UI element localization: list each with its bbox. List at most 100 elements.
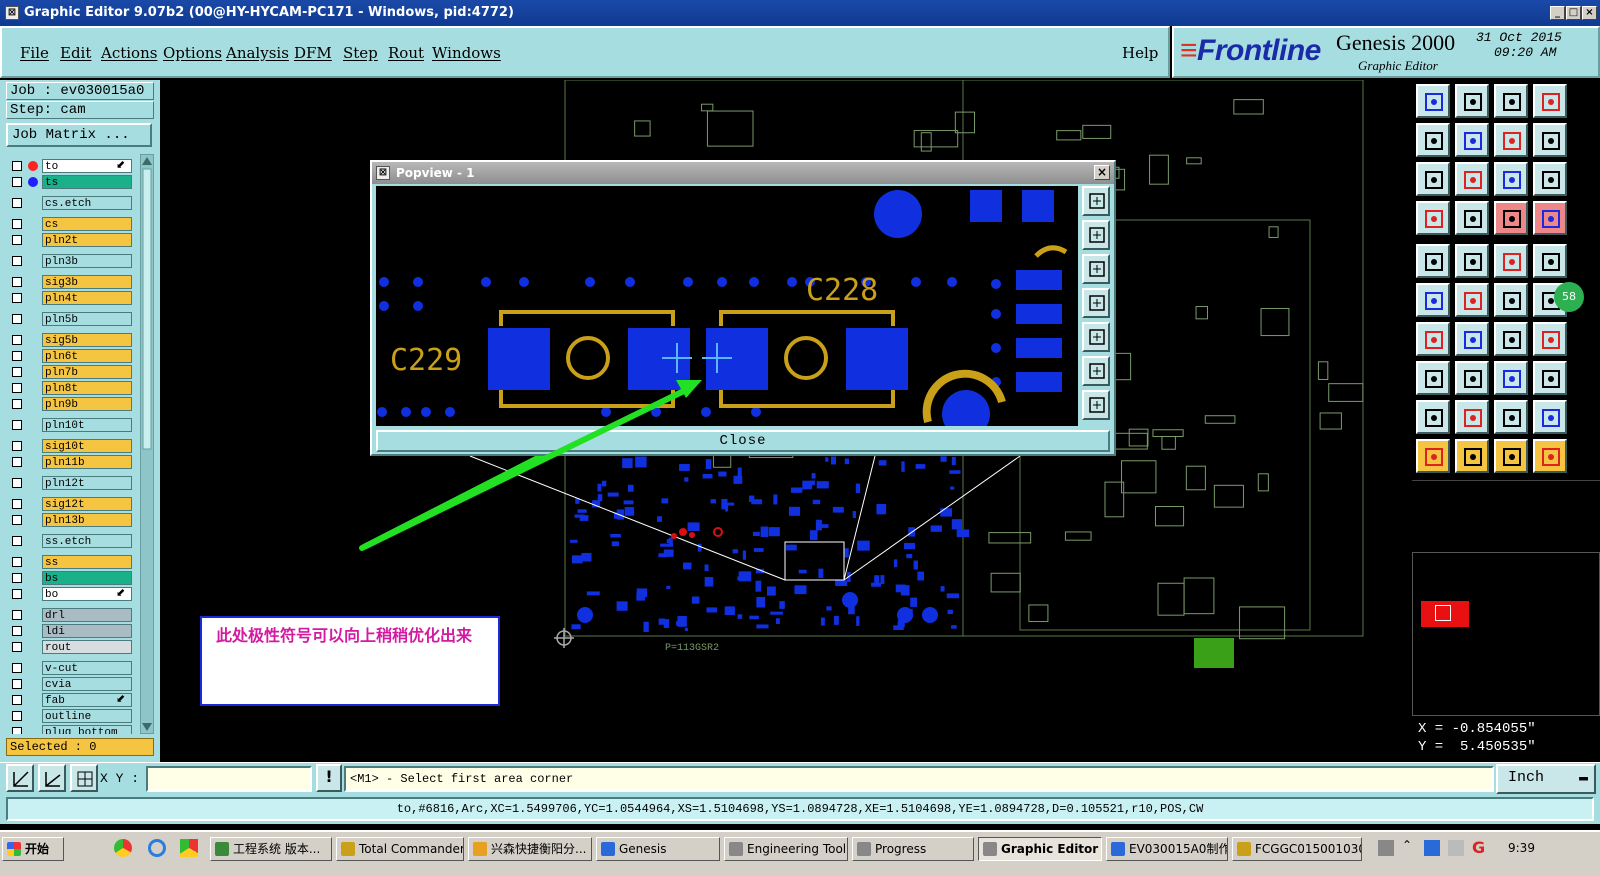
layer-row-sig3b[interactable]: sig3b xyxy=(8,274,136,290)
layer-checkbox[interactable] xyxy=(12,499,22,509)
taskbar-item[interactable]: Engineering Toolki... xyxy=(724,837,848,861)
layer-name[interactable]: drl xyxy=(42,608,132,622)
popview-tool-button[interactable] xyxy=(1082,322,1110,352)
tool-button-minus-icon[interactable] xyxy=(1455,361,1489,395)
layer-checkbox[interactable] xyxy=(12,293,22,303)
layer-checkbox[interactable] xyxy=(12,478,22,488)
layer-row-sig12t[interactable]: sig12t xyxy=(8,496,136,512)
tool-button-line-icon[interactable] xyxy=(1416,322,1450,356)
taskbar-item[interactable]: 兴森快捷衡阳分... xyxy=(468,837,592,861)
taskbar-item[interactable]: Graphic Editor 9.... xyxy=(978,837,1102,861)
layer-checkbox[interactable] xyxy=(12,695,22,705)
layer-name[interactable]: ldi xyxy=(42,624,132,638)
layer-name[interactable]: pln10t xyxy=(42,418,132,432)
layer-row-sig5b[interactable]: sig5b xyxy=(8,332,136,348)
tool-button-pointer-b-icon[interactable] xyxy=(1455,439,1489,473)
layer-checkbox[interactable] xyxy=(12,727,22,734)
layer-scrollbar[interactable] xyxy=(140,154,154,734)
layer-row-pln10t[interactable]: pln10t xyxy=(8,417,136,433)
layer-name[interactable]: sig12t xyxy=(42,497,132,511)
layer-name[interactable]: ss xyxy=(42,555,132,569)
window-title-bar[interactable]: ⊠ Graphic Editor 9.07b2 (00@HY-HYCAM-PC1… xyxy=(0,0,1600,26)
layer-name[interactable]: outline xyxy=(42,709,132,723)
overview-map[interactable] xyxy=(1412,552,1600,716)
layer-row-bo[interactable]: bo ⬋ xyxy=(8,586,136,602)
tool-button-scale-icon[interactable] xyxy=(1494,162,1528,196)
tray-g-icon[interactable]: G xyxy=(1472,838,1485,857)
layer-checkbox[interactable] xyxy=(12,399,22,409)
tool-button-pointer-d-icon[interactable] xyxy=(1533,439,1567,473)
layer-row-rout[interactable]: rout xyxy=(8,639,136,655)
tool-button-dot-icon[interactable] xyxy=(1416,361,1450,395)
popview-tool-button[interactable] xyxy=(1082,220,1110,250)
popview-tool-button[interactable] xyxy=(1082,254,1110,284)
layer-row-ss-etch[interactable]: ss.etch xyxy=(8,533,136,549)
layer-name[interactable]: cs xyxy=(42,217,132,231)
tool-button-import-icon[interactable] xyxy=(1416,123,1450,157)
tool-button-layers-icon[interactable] xyxy=(1533,361,1567,395)
snap-button[interactable] xyxy=(6,764,34,792)
layer-row-plug-bottom[interactable]: plug_bottom xyxy=(8,724,136,734)
layer-name[interactable]: sig5b xyxy=(42,333,132,347)
tray-app-icon[interactable] xyxy=(1424,840,1440,856)
taskbar-item[interactable]: Genesis xyxy=(596,837,720,861)
layer-row-pln12t[interactable]: pln12t xyxy=(8,475,136,491)
layer-name[interactable]: pln2t xyxy=(42,233,132,247)
menu-help[interactable]: Help xyxy=(1122,44,1158,62)
units-button[interactable]: Inch ▬ xyxy=(1496,764,1596,794)
layer-row-ts[interactable]: ts xyxy=(8,174,136,190)
layer-checkbox[interactable] xyxy=(12,198,22,208)
tool-button-tool-c-icon[interactable] xyxy=(1494,201,1528,235)
tool-button-record-icon[interactable] xyxy=(1416,244,1450,278)
layer-checkbox[interactable] xyxy=(12,219,22,229)
layer-row-cvia[interactable]: cvia xyxy=(8,676,136,692)
tool-button-swap-icon[interactable] xyxy=(1494,123,1528,157)
layer-name[interactable]: sig3b xyxy=(42,275,132,289)
layer-row-to[interactable]: to ⬋ xyxy=(8,158,136,174)
layer-row-pln6t[interactable]: pln6t xyxy=(8,348,136,364)
menu-dfm[interactable]: DFM xyxy=(294,44,332,62)
xy-input[interactable] xyxy=(146,766,312,792)
layer-name[interactable]: ts xyxy=(42,175,132,189)
tool-button-pointer-c-icon[interactable] xyxy=(1494,439,1528,473)
tool-button-tri-c-icon[interactable] xyxy=(1494,400,1528,434)
menu-options[interactable]: Options xyxy=(163,44,222,62)
layer-name[interactable]: pln4t xyxy=(42,291,132,305)
layer-row-ldi[interactable]: ldi xyxy=(8,623,136,639)
popview-title-bar[interactable]: ⊠ Popview - 1 × xyxy=(372,162,1114,184)
tool-button-ff-icon[interactable] xyxy=(1533,322,1567,356)
layer-checkbox[interactable] xyxy=(12,441,22,451)
layer-row-v-cut[interactable]: v-cut xyxy=(8,660,136,676)
menu-windows[interactable]: Windows xyxy=(432,44,501,62)
close-window-button[interactable]: × xyxy=(1582,6,1597,20)
measure-button[interactable] xyxy=(38,764,66,792)
layer-name[interactable]: pln5b xyxy=(42,312,132,326)
popview-tool-button[interactable] xyxy=(1082,288,1110,318)
layer-checkbox[interactable] xyxy=(12,457,22,467)
layer-row-pln8t[interactable]: pln8t xyxy=(8,380,136,396)
tool-button-pointer-icon[interactable] xyxy=(1416,439,1450,473)
tool-button-cross-icon[interactable] xyxy=(1455,283,1489,317)
taskbar-item[interactable]: Progress xyxy=(852,837,974,861)
tool-button-net-icon[interactable] xyxy=(1416,283,1450,317)
tray-device-icon[interactable] xyxy=(1448,840,1464,856)
layer-checkbox[interactable] xyxy=(12,589,22,599)
popview-close-button[interactable]: Close xyxy=(376,430,1110,452)
layer-row-pln5b[interactable]: pln5b xyxy=(8,311,136,327)
layer-row-cs[interactable]: cs xyxy=(8,216,136,232)
alert-button[interactable]: ! xyxy=(316,764,342,792)
layer-name[interactable]: cs.etch xyxy=(42,196,132,210)
layer-name[interactable]: pln6t xyxy=(42,349,132,363)
tool-button-fit-icon[interactable] xyxy=(1416,162,1450,196)
tool-button-tri-b-icon[interactable] xyxy=(1455,400,1489,434)
menu-step[interactable]: Step xyxy=(343,44,378,62)
menu-file[interactable]: File xyxy=(20,44,49,62)
layer-checkbox[interactable] xyxy=(12,573,22,583)
tool-button-frame-icon[interactable] xyxy=(1494,361,1528,395)
layer-name[interactable]: rout xyxy=(42,640,132,654)
tool-button-undo-icon[interactable] xyxy=(1494,322,1528,356)
layer-row-sig10t[interactable]: sig10t xyxy=(8,438,136,454)
tool-button-ruler-icon[interactable] xyxy=(1494,244,1528,278)
tool-button-tool-d-icon[interactable] xyxy=(1533,201,1567,235)
tray-expand-icon[interactable]: ⌃ xyxy=(1402,838,1412,852)
